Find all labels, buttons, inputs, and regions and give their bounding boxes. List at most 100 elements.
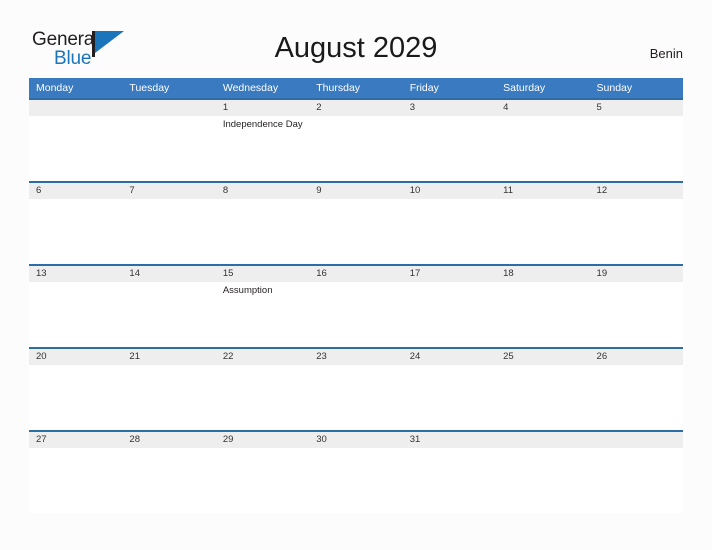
calendar-day-cell[interactable]: 18 <box>496 264 590 348</box>
weekday-header-row: Monday Tuesday Wednesday Thursday Friday… <box>29 78 683 99</box>
day-cell-content: 5 <box>589 100 683 181</box>
calendar-day-cell[interactable]: 8 <box>215 181 310 265</box>
calendar-day-cell[interactable]: 14 <box>122 264 216 348</box>
day-number: 8 <box>222 185 229 196</box>
day-number-band: 29 <box>215 432 310 448</box>
day-cell-content: 13 <box>29 266 123 347</box>
day-number: 25 <box>503 351 514 362</box>
calendar-day-cell[interactable]: 28 <box>122 430 216 513</box>
calendar-day-cell[interactable]: 17 <box>402 264 497 348</box>
day-number-band: 18 <box>496 266 590 282</box>
day-number: 26 <box>596 351 608 362</box>
day-cell-content: 3 <box>402 100 497 181</box>
day-events: Independence Day <box>216 116 309 131</box>
calendar-day-cell[interactable]: 6 <box>29 181 123 265</box>
day-cell-content: 16 <box>309 266 403 347</box>
day-cell-content: 27 <box>29 432 123 513</box>
day-cell-content: 24 <box>402 349 497 430</box>
day-number: 16 <box>316 268 327 279</box>
calendar-day-cell[interactable]: 22 <box>215 347 310 431</box>
calendar-day-cell[interactable]: 11 <box>496 181 590 265</box>
day-number-band: 24 <box>402 349 497 365</box>
calendar-day-cell[interactable]: 7 <box>122 181 216 265</box>
day-number-band: 13 <box>29 266 123 282</box>
day-number-band: 4 <box>496 100 590 116</box>
weekday-header-tuesday: Tuesday <box>122 78 216 99</box>
calendar-day-cell[interactable]: 5 <box>589 98 683 182</box>
day-number-band: 1 <box>215 100 310 116</box>
day-cell-content: 22 <box>215 349 310 430</box>
day-cell-content <box>122 100 216 181</box>
day-number-band: 25 <box>496 349 590 365</box>
day-number: 23 <box>316 351 327 362</box>
calendar-day-cell[interactable]: 26 <box>589 347 683 431</box>
calendar-day-cell[interactable]: 31 <box>402 430 497 513</box>
calendar-day-cell[interactable]: 15 Assumption <box>215 264 310 348</box>
calendar-day-cell[interactable]: 9 <box>309 181 403 265</box>
calendar-day-cell[interactable]: 27 <box>29 430 123 513</box>
calendar-week-row: 1 Independence Day 2 3 4 5 <box>29 98 683 182</box>
day-cell-content: 1 Independence Day <box>215 100 310 181</box>
calendar-empty-cell <box>496 430 590 513</box>
day-cell-content: 4 <box>496 100 590 181</box>
day-number: 5 <box>596 102 602 113</box>
day-number-band: 17 <box>402 266 497 282</box>
weekday-header-sunday: Sunday <box>589 78 683 99</box>
calendar-day-cell[interactable]: 29 <box>215 430 310 513</box>
day-number: 20 <box>36 351 47 362</box>
day-number-band: 11 <box>496 183 590 199</box>
day-number-band: 9 <box>309 183 403 199</box>
day-number: 1 <box>222 102 229 113</box>
day-number-band: 5 <box>589 100 683 116</box>
calendar-day-cell[interactable]: 25 <box>496 347 590 431</box>
day-cell-content: 21 <box>122 349 216 430</box>
day-number: 22 <box>222 351 234 362</box>
holiday-event: Assumption <box>222 285 273 296</box>
calendar-day-cell[interactable]: 3 <box>402 98 497 182</box>
day-number: 21 <box>129 351 140 362</box>
calendar-week-row: 20 21 22 23 24 25 26 <box>29 347 683 431</box>
calendar-day-cell[interactable]: 2 <box>309 98 403 182</box>
calendar-day-cell[interactable]: 23 <box>309 347 403 431</box>
calendar-day-cell[interactable]: 13 <box>29 264 123 348</box>
weekday-header-saturday: Saturday <box>496 78 590 99</box>
day-cell-content: 23 <box>309 349 403 430</box>
day-number: 4 <box>503 102 509 113</box>
calendar-day-cell[interactable]: 30 <box>309 430 403 513</box>
day-number-band <box>589 432 683 448</box>
day-number-band: 6 <box>29 183 123 199</box>
day-number-band: 20 <box>29 349 123 365</box>
weekday-header-friday: Friday <box>402 78 497 99</box>
calendar-day-cell[interactable]: 20 <box>29 347 123 431</box>
day-cell-content <box>496 432 590 513</box>
day-number-band: 14 <box>122 266 216 282</box>
day-number-band: 30 <box>309 432 403 448</box>
day-cell-content: 17 <box>402 266 497 347</box>
calendar-empty-cell <box>29 98 123 182</box>
day-number: 30 <box>316 434 327 445</box>
calendar-day-cell[interactable]: 16 <box>309 264 403 348</box>
day-cell-content: 26 <box>589 349 683 430</box>
calendar-day-cell[interactable]: 21 <box>122 347 216 431</box>
calendar-day-cell[interactable]: 24 <box>402 347 497 431</box>
day-number: 27 <box>36 434 47 445</box>
calendar-empty-cell <box>589 430 683 513</box>
calendar-day-cell[interactable]: 12 <box>589 181 683 265</box>
day-number-band: 3 <box>402 100 497 116</box>
day-cell-content: 2 <box>309 100 403 181</box>
calendar-day-cell[interactable]: 19 <box>589 264 683 348</box>
day-number-band: 26 <box>589 349 683 365</box>
calendar-day-cell[interactable]: 10 <box>402 181 497 265</box>
day-number-band: 31 <box>402 432 497 448</box>
day-cell-content: 30 <box>309 432 403 513</box>
day-number: 31 <box>409 434 421 445</box>
calendar-day-cell[interactable]: 4 <box>496 98 590 182</box>
calendar-table: Monday Tuesday Wednesday Thursday Friday… <box>29 78 683 513</box>
day-cell-content: 11 <box>496 183 590 264</box>
day-number: 18 <box>503 268 514 279</box>
day-number: 17 <box>409 268 421 279</box>
day-cell-content: 31 <box>402 432 497 513</box>
day-number-band: 10 <box>402 183 497 199</box>
day-number-band: 23 <box>309 349 403 365</box>
calendar-day-cell[interactable]: 1 Independence Day <box>215 98 310 182</box>
